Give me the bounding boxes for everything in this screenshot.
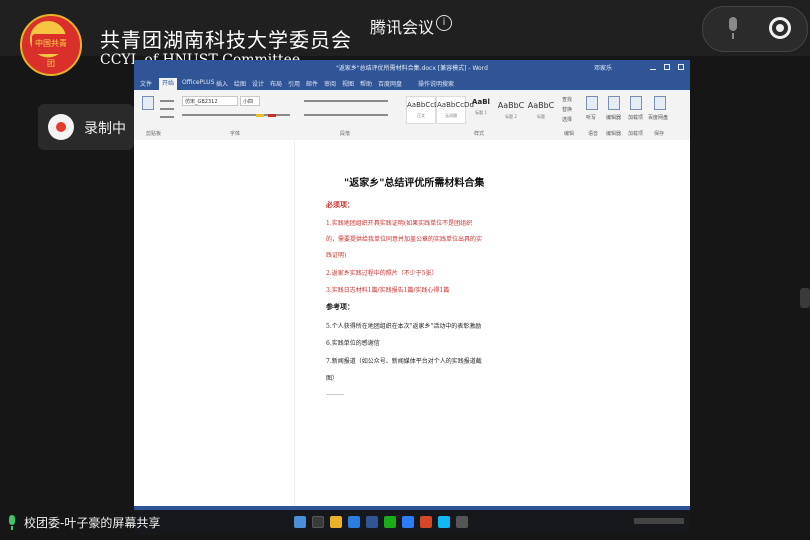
recording-label: 录制中 xyxy=(84,121,126,137)
tab-references[interactable]: 引用 xyxy=(288,79,300,88)
tab-help[interactable]: 帮助 xyxy=(360,79,372,88)
cursor-mark xyxy=(326,394,344,395)
style-normal[interactable]: AaBbCcDd 正文 xyxy=(406,96,444,124)
required-item-1-line-3: 践证明) xyxy=(326,252,347,259)
cut-icon[interactable] xyxy=(160,100,174,102)
info-icon[interactable]: i xyxy=(436,15,452,31)
group-addins: 加载项 xyxy=(628,131,644,137)
group-paragraph: 段落 xyxy=(340,131,351,137)
word-icon[interactable] xyxy=(366,516,378,528)
group-editing: 编辑 xyxy=(564,131,575,137)
optional-item-5: 5.个人获得所在地团组织在本次"返家乡"活动中的表彰激励 xyxy=(326,323,482,330)
powerpoint-icon[interactable] xyxy=(420,516,432,528)
list-buttons[interactable] xyxy=(304,100,388,102)
tab-design[interactable]: 设计 xyxy=(252,79,264,88)
font-color-icon[interactable] xyxy=(268,114,276,117)
logo-banner: 中国共青团 xyxy=(32,34,70,68)
tell-me-search[interactable]: 操作说明搜索 xyxy=(418,79,454,88)
call-controls xyxy=(702,6,808,52)
app-icon[interactable] xyxy=(456,516,468,528)
select-button[interactable]: 选择 xyxy=(562,116,572,123)
tencent-meeting-icon[interactable] xyxy=(402,516,414,528)
style-no-spacing[interactable]: AaBbCcDd 无间隔 xyxy=(436,96,474,124)
required-item-1-line-1: 1.实践地团组织开具实践证明(如果实践单位不是团组织 xyxy=(326,220,473,227)
optional-heading: 参考项： xyxy=(326,302,354,311)
word-title-bar: "返家乡"总结评优所需材料合集.docx [兼容模式] - Word 邓家乐 xyxy=(134,60,690,76)
windows-taskbar xyxy=(134,510,690,534)
tab-review[interactable]: 审阅 xyxy=(324,79,336,88)
replace-button[interactable]: 替换 xyxy=(562,106,572,113)
font-size-select[interactable]: 小四 xyxy=(240,96,260,106)
group-styles: 样式 xyxy=(474,131,485,137)
editor-label: 编辑器 xyxy=(606,115,622,121)
group-voice: 语音 xyxy=(588,131,599,137)
optional-item-6: 6.实践单位的感谢信 xyxy=(326,340,380,347)
tab-layout[interactable]: 布局 xyxy=(270,79,282,88)
style-heading-1[interactable]: AaBl 标题 1 xyxy=(466,96,496,124)
tab-file[interactable]: 文件 xyxy=(140,79,152,88)
tab-home[interactable]: 开始 xyxy=(159,78,178,90)
tab-draw[interactable]: 绘图 xyxy=(234,79,246,88)
format-painter-icon[interactable] xyxy=(160,116,174,118)
presenter-mic-icon xyxy=(8,515,16,531)
record-icon xyxy=(48,114,74,140)
required-item-3: 3.实践日志材料1篇/实践报告1篇/实践心得1篇 xyxy=(326,287,450,294)
page-margin-line xyxy=(294,140,295,506)
highlight-icon[interactable] xyxy=(256,114,264,117)
copy-icon[interactable] xyxy=(160,108,174,110)
qq-icon[interactable] xyxy=(438,516,450,528)
tab-mailings[interactable]: 邮件 xyxy=(306,79,318,88)
account-name[interactable]: 邓家乐 xyxy=(594,63,612,72)
baidu-save-label: 百度网盘 xyxy=(648,115,669,121)
minimize-icon[interactable] xyxy=(650,64,656,70)
alignment-buttons[interactable] xyxy=(304,114,388,116)
start-icon[interactable] xyxy=(294,516,306,528)
close-icon[interactable] xyxy=(678,64,684,70)
ribbon-home: 仿宋_GB2312 小四 AaBbCcDd 正文 AaBbCcDd 无间隔 AaBl… xyxy=(134,90,690,141)
ribbon-tabs: 文件 开始 OfficePLUS 插入 绘图 设计 布局 引用 邮件 审阅 视图… xyxy=(134,76,690,90)
tab-insert[interactable]: 插入 xyxy=(216,79,228,88)
search-icon[interactable] xyxy=(312,516,324,528)
ccyl-logo-icon: 中国共青团 xyxy=(20,14,82,76)
addins-icon[interactable] xyxy=(630,96,642,110)
dictate-label: 听写 xyxy=(586,115,597,121)
style-heading-2[interactable]: AaBbC 标题 2 xyxy=(496,96,526,124)
system-tray[interactable] xyxy=(634,518,684,524)
baidu-save-icon[interactable] xyxy=(654,96,666,110)
file-explorer-icon[interactable] xyxy=(330,516,342,528)
group-font: 字体 xyxy=(230,131,241,137)
side-panel-handle[interactable] xyxy=(800,288,810,308)
group-clipboard: 剪贴板 xyxy=(146,131,162,137)
meeting-title: 腾讯会议 xyxy=(370,18,435,37)
find-button[interactable]: 查找 xyxy=(562,96,572,103)
camera-icon[interactable] xyxy=(769,17,791,39)
font-name-select[interactable]: 仿宋_GB2312 xyxy=(182,96,238,106)
document-title: "返家乡"总结评优所需材料合集 xyxy=(344,178,485,189)
wechat-icon[interactable] xyxy=(384,516,396,528)
addins-label: 加载项 xyxy=(628,115,644,121)
maximize-icon[interactable] xyxy=(664,64,670,70)
tab-view[interactable]: 视图 xyxy=(342,79,354,88)
org-name: 共青团湖南科技大学委员会 xyxy=(100,28,352,52)
optional-item-7-line-2: 图） xyxy=(326,375,339,382)
group-editor: 编辑器 xyxy=(606,131,622,137)
browser-icon[interactable] xyxy=(348,516,360,528)
group-save: 保存 xyxy=(654,131,665,137)
dictate-icon[interactable] xyxy=(586,96,598,110)
tab-baidu[interactable]: 百度网盘 xyxy=(378,79,402,88)
required-item-1-line-2: 的，需要提供给我单位同意并加盖公章的实践单位出具的实 xyxy=(326,236,483,243)
style-title[interactable]: AaBbC 标题 xyxy=(526,96,556,124)
required-heading: 必须项： xyxy=(326,200,354,209)
microphone-icon[interactable] xyxy=(725,15,741,41)
screen-share-label: 校团委-叶子豪的屏幕共享 xyxy=(24,516,161,530)
optional-item-7-line-1: 7.新闻报道（如公众号、新闻媒体平台对个人的实践报道截 xyxy=(326,358,482,365)
tab-officeplus[interactable]: OfficePLUS xyxy=(182,79,214,86)
shared-screen: "返家乡"总结评优所需材料合集.docx [兼容模式] - Word 邓家乐 文… xyxy=(134,60,690,510)
editor-icon[interactable] xyxy=(608,96,620,110)
required-item-2: 2.返家乡实践过程中的照片（不少于5张） xyxy=(326,270,438,277)
recording-indicator[interactable]: 录制中 xyxy=(38,104,134,150)
paste-icon[interactable] xyxy=(142,96,154,110)
